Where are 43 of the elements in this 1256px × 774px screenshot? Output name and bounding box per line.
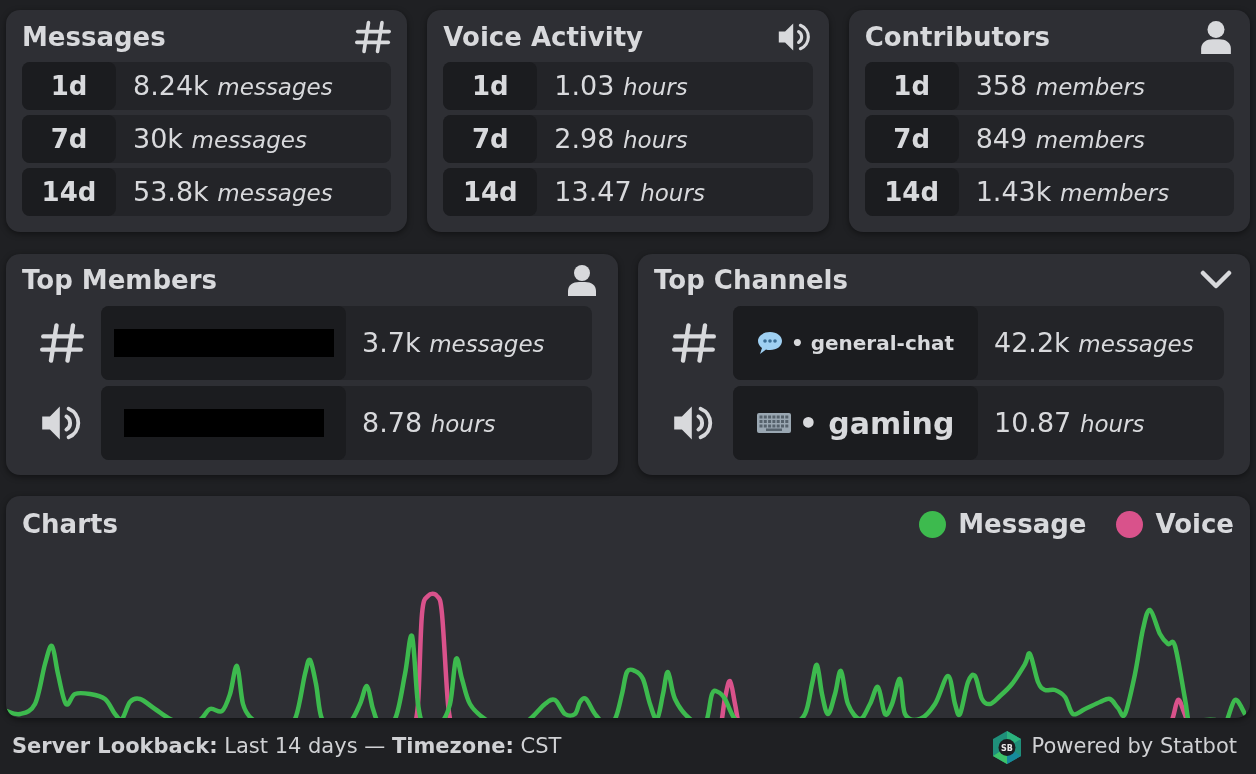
- person-icon: [1198, 20, 1234, 54]
- logo-icon: SB: [991, 730, 1022, 764]
- stat-value: 42.2k messages: [994, 326, 1194, 358]
- period-label: 14d: [22, 168, 116, 216]
- stat-value: 2.98 hours: [554, 122, 688, 154]
- legend-label: Voice: [1155, 507, 1234, 541]
- stat-value: 30k messages: [133, 122, 307, 154]
- period-label: 7d: [864, 115, 959, 163]
- hash-icon: [671, 323, 716, 363]
- stat-value: 1.43k members: [975, 175, 1170, 207]
- card-title: Messages: [22, 20, 166, 54]
- stat-value: 10.87 hours: [994, 406, 1145, 438]
- stat-value: 8.24k messages: [133, 69, 333, 101]
- card-title: Top Members: [22, 263, 217, 297]
- period-label: 1d: [22, 62, 116, 110]
- chevron-down-icon[interactable]: [1200, 270, 1232, 290]
- card-title: Charts: [22, 507, 118, 541]
- legend-label: Message: [958, 507, 1087, 541]
- stat-value: 1.03 hours: [554, 69, 688, 101]
- period-label: 1d: [864, 62, 959, 110]
- stat-value: 358 members: [975, 69, 1145, 101]
- person-icon: [567, 264, 597, 296]
- speech-bubble-icon: [756, 331, 783, 355]
- card-title: Voice Activity: [443, 20, 643, 54]
- period-label: 1d: [443, 62, 538, 110]
- period-label: 14d: [443, 168, 538, 216]
- channel-name: • general-chat: [790, 330, 955, 357]
- powered-by-link[interactable]: Powered by Statbot: [1031, 731, 1237, 763]
- lookback-info: Server Lookback: Last 14 days — Timezone: CST: [12, 733, 562, 761]
- stat-value: 849 members: [975, 122, 1145, 154]
- period-label: 7d: [443, 115, 538, 163]
- channel-name: • gaming: [798, 404, 955, 443]
- stat-value: 53.8k messages: [133, 175, 333, 207]
- period-label: 7d: [22, 115, 116, 163]
- hash-icon: [355, 20, 392, 54]
- stat-value: 3.7k messages: [362, 326, 545, 358]
- stat-value: 13.47 hours: [554, 175, 705, 207]
- period-label: 14d: [864, 168, 959, 216]
- keyboard-icon: [756, 413, 791, 433]
- card-title: Contributors: [864, 20, 1050, 54]
- card-title: Top Channels: [654, 263, 848, 297]
- stat-value: 8.78 hours: [362, 406, 496, 438]
- hash-icon: [39, 323, 84, 363]
